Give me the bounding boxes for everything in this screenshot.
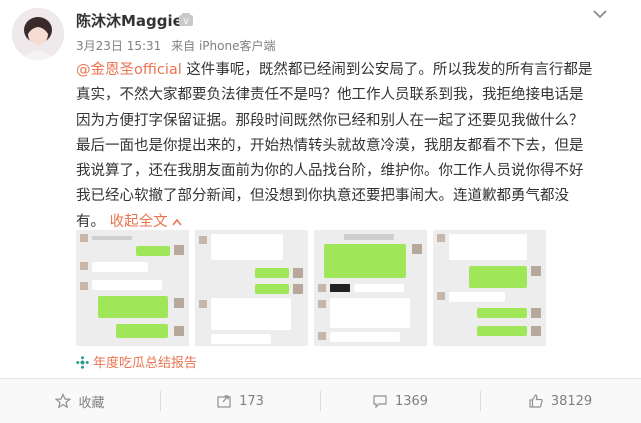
post-line-1: 这件事呢，既然都已经闹到公安局了。所以我发的所有言行都是	[181, 62, 593, 78]
comment-count: 1369	[394, 393, 429, 409]
user-name[interactable]: 陈沐沐Maggie	[76, 10, 183, 31]
comment-button[interactable]: 1369	[320, 379, 480, 423]
share-icon	[217, 395, 231, 408]
star-icon	[55, 393, 72, 409]
action-bar: 收藏 173 1369 38129	[0, 378, 641, 423]
repost-button[interactable]: 173	[160, 379, 320, 423]
topic-icon	[76, 356, 89, 369]
avatar[interactable]	[12, 8, 64, 60]
like-button[interactable]: 38129	[480, 379, 640, 423]
post-line-3: 因为方便打字保留证据。那段时间既然你已经和别人在一起了还要见我做什么？	[76, 112, 584, 129]
mention-link[interactable]: @金恩圣official	[76, 62, 182, 78]
chevron-down-icon[interactable]	[590, 6, 610, 20]
post-meta: 3月23日 15:31 来自 iPhone客户端	[76, 37, 281, 54]
topic-label: 年度吃瓜总结报告	[93, 356, 198, 371]
chat-screenshot-3[interactable]	[314, 230, 427, 346]
chat-screenshot-1[interactable]	[76, 230, 189, 346]
post-line-6: 我已经心软撤了部分新闻，但没想到你执意还要把事闹大。连道歉都勇气都没	[76, 188, 569, 205]
favorite-button[interactable]: 收藏	[0, 379, 160, 423]
collapse-link[interactable]: 收起全文	[110, 214, 183, 230]
repost-count: 173	[239, 393, 264, 409]
post-content: @金恩圣official 这件事呢，既然都已经闹到公安局了。所以我发的所有言行都…	[76, 58, 616, 235]
chat-screenshot-2[interactable]	[195, 230, 308, 346]
like-count: 38129	[550, 393, 593, 409]
post-line-7: 有。	[76, 213, 105, 230]
post-line-4: 最后一面也是你提出来的，开始热情转头就故意冷漠，我朋友都看不下去，但是	[76, 137, 584, 154]
image-gallery	[76, 230, 546, 346]
post-line-2: 真实，不然大家都要负法律责任不是吗？他工作人员联系到我，我拒绝接电话是	[76, 87, 584, 104]
topic-link[interactable]: 年度吃瓜总结报告	[76, 352, 197, 371]
svg-text:V: V	[183, 17, 189, 26]
post-date[interactable]: 3月23日 15:31	[76, 39, 161, 53]
thumbs-up-icon	[529, 394, 543, 408]
favorite-label: 收藏	[78, 395, 105, 411]
member-badge-icon[interactable]: V	[178, 12, 194, 26]
post-line-5: 我说算了，还在我朋友面前为你的人品找台阶，维护你。你工作人员说你得不好	[76, 163, 584, 180]
post-source[interactable]: 来自 iPhone客户端	[171, 39, 275, 53]
chevron-up-icon	[172, 218, 182, 226]
chat-screenshot-4[interactable]	[433, 230, 546, 346]
comment-icon	[373, 395, 387, 409]
weibo-post-card: 陈沐沐Maggie V 3月23日 15:31 来自 iPhone客户端 @金恩…	[0, 0, 641, 423]
